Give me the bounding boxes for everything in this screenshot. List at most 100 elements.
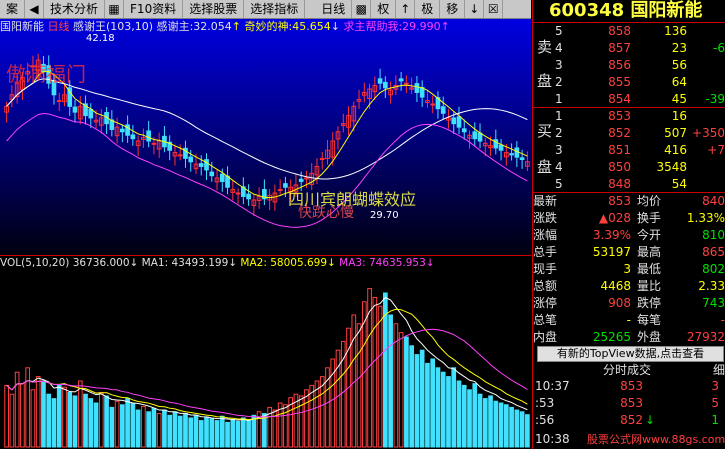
indicator-header: 国阳新能 日线 感谢王(103,10) 感谢主:32.054↑ 奇妙的神:45.…	[0, 19, 531, 35]
volume-bar	[193, 414, 199, 448]
order-level: 2	[555, 126, 563, 140]
stat-row[interactable]: 涨停 908 跌停 743	[533, 295, 725, 312]
sell-order-row[interactable]: 1 854 45 -39	[533, 91, 725, 108]
volume-bar	[519, 411, 525, 448]
volume-bar	[183, 413, 188, 448]
grid-icon[interactable]: ▩	[352, 0, 372, 18]
toolbar-item-select-indicator[interactable]: 选择指标	[244, 0, 306, 18]
sell-order-row[interactable]: 2 855 64	[533, 74, 725, 91]
volume-bar	[83, 393, 88, 448]
period-label[interactable]: 日线	[48, 20, 70, 33]
volume-bar	[198, 420, 204, 448]
arrow-down-icon[interactable]: ↓	[465, 0, 485, 18]
volume-ma1: MA1: 43493.199	[141, 257, 229, 269]
order-volume: 54	[671, 177, 687, 191]
tab-trades[interactable]: 分时成交	[603, 362, 651, 378]
trade-row[interactable]: :53 853 5	[533, 395, 725, 412]
order-change: -39	[705, 92, 725, 106]
order-change: +7	[707, 143, 725, 157]
checkbox-icon[interactable]: ☒	[484, 0, 504, 18]
stat-row[interactable]: 涨跌 ▲028 换手 1.33%	[533, 210, 725, 227]
volume-bar	[514, 409, 520, 448]
candle-body	[519, 157, 525, 160]
buy-order-row[interactable]: 4 850 3548	[533, 159, 725, 176]
tab-detail[interactable]: 细	[713, 362, 725, 378]
footer-time: 10:38	[535, 432, 570, 446]
sell-order-row[interactable]: 5 858 136	[533, 23, 725, 40]
trade-row[interactable]: 10:37 853 3	[533, 378, 725, 395]
buy-order-row[interactable]: 1 853 16	[533, 108, 725, 125]
back-icon[interactable]: ◀	[25, 0, 45, 18]
stat-row[interactable]: 总笔 - 每笔 -	[533, 312, 725, 329]
stat-label: 总笔	[533, 313, 558, 327]
toolbar-item-select-stock[interactable]: 选择股票	[183, 0, 245, 18]
volume-bar	[488, 395, 493, 448]
volume-bar	[120, 404, 125, 448]
stat-value: ▲028	[598, 211, 631, 225]
volume-indicator-label[interactable]: VOL(5,10,20)	[0, 257, 69, 269]
stat-label: 涨停	[533, 296, 558, 310]
toolbar-item-daily[interactable]: 日线	[315, 0, 353, 18]
candle-body	[277, 189, 283, 192]
toolbar-item-pole[interactable]: 极	[415, 0, 441, 18]
volume-bar	[525, 414, 530, 448]
sell-order-row[interactable]: 4 857 23 -6	[533, 40, 725, 57]
stock-code: 600348	[549, 0, 625, 21]
toolbar-item-move[interactable]: 移	[440, 0, 466, 18]
overlay-text-mid2: 快跌心慢	[298, 205, 354, 221]
toolbar-item-technical-analysis[interactable]: 技术分析	[44, 0, 106, 18]
stat-label: 今开	[637, 228, 662, 242]
volume-bar	[214, 420, 220, 448]
toolbar-item-f10[interactable]: F10资料	[124, 0, 184, 18]
stat-row[interactable]: 涨幅 3.39% 今开 810	[533, 227, 725, 244]
stat-row[interactable]: 现手 3 最低 802	[533, 261, 725, 278]
sell-order-row[interactable]: 3 856 56	[533, 57, 725, 74]
order-price: 857	[608, 41, 631, 55]
volume-bar	[225, 421, 230, 448]
volume-bar	[151, 407, 157, 448]
trade-time: :53	[535, 396, 555, 410]
topview-button[interactable]: 有新的TopView数据,点击查看	[537, 346, 724, 362]
stock-title: 600348 国阳新能	[533, 0, 725, 22]
trade-row[interactable]: :56 852 ↓ 1	[533, 412, 725, 429]
stat-label: 换手	[637, 211, 662, 225]
stat-row[interactable]: 最新 853 均价 840	[533, 193, 725, 210]
candle-body	[383, 81, 388, 89]
stat-row[interactable]: 总手 53197 最高 865	[533, 244, 725, 261]
buy-order-row[interactable]: 2 852 507 +350	[533, 125, 725, 142]
stat-value: 743	[702, 296, 725, 310]
volume-bar	[461, 384, 467, 448]
stat-label: 外盘	[637, 330, 662, 344]
trade-time: 10:37	[535, 379, 570, 393]
order-volume: 416	[664, 143, 687, 157]
trade-volume: 3	[711, 379, 719, 393]
candle-body	[209, 171, 215, 177]
arrow-up-icon[interactable]: ↑	[396, 0, 416, 18]
stat-row[interactable]: 内盘 25265 外盘 27932	[533, 329, 725, 346]
candle-body	[130, 134, 136, 140]
volume-ma1-arrow: ↓	[228, 257, 238, 269]
stat-value: 840	[702, 194, 725, 208]
order-volume: 56	[671, 58, 687, 72]
footer: 10:38 股票公式网www.88gs.com	[533, 430, 725, 449]
candle-body	[204, 159, 209, 171]
buy-order-row[interactable]: 3 851 416 +7	[533, 142, 725, 159]
stat-value: -	[626, 313, 631, 327]
toolbar-item-rights[interactable]: 权	[371, 0, 397, 18]
volume-bar	[209, 418, 215, 448]
buy-order-row[interactable]: 5 848 54	[533, 176, 725, 193]
candle-body	[377, 78, 383, 84]
ind2-arrow: ↓	[330, 20, 340, 33]
order-price: 850	[608, 160, 631, 174]
ind2-value: 45.654	[292, 20, 331, 33]
toolbar-item-case[interactable]: 案	[0, 0, 26, 18]
volume-bar	[146, 411, 151, 448]
volume-bar	[88, 398, 94, 448]
stat-row[interactable]: 总额 4468 量比 2.33	[533, 278, 725, 295]
stat-value: 4468	[600, 279, 631, 293]
indicator-name[interactable]: 感谢王(103,10)	[73, 20, 153, 33]
volume-bar	[430, 358, 436, 448]
watermark: 股票公式网www.88gs.com	[587, 433, 725, 446]
stat-label: 跌停	[637, 296, 662, 310]
chart-icon[interactable]: ▦	[105, 0, 125, 18]
